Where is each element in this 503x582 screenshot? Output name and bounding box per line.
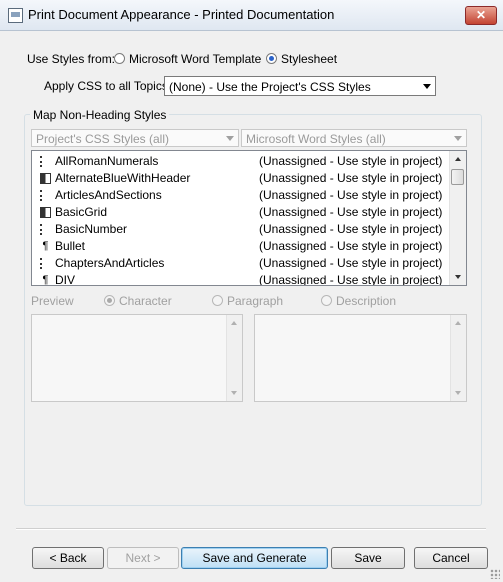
style-mapping[interactable]: (Unassigned - Use style in project) xyxy=(259,255,442,272)
list-item[interactable]: ChaptersAndArticles (Unassigned - Use st… xyxy=(32,255,450,272)
back-button[interactable]: < Back xyxy=(32,547,104,569)
list-scrollbar[interactable] xyxy=(449,151,466,285)
stylesheet-radio[interactable] xyxy=(266,53,277,64)
table-style-icon xyxy=(40,207,51,218)
style-name: DIV xyxy=(55,273,76,286)
table-style-icon xyxy=(40,173,51,184)
css-styles-filter-dropdown[interactable]: Project's CSS Styles (all) xyxy=(31,129,239,147)
preview-left-scrollbar[interactable] xyxy=(226,315,242,401)
scroll-up-icon[interactable] xyxy=(455,157,461,161)
style-name: BasicGrid xyxy=(55,205,108,219)
footer-separator xyxy=(16,528,486,530)
style-mapping[interactable]: (Unassigned - Use style in project) xyxy=(259,153,442,170)
paragraph-style-icon: ¶ xyxy=(42,274,49,286)
style-name: ArticlesAndSections xyxy=(55,188,162,202)
list-style-icon xyxy=(40,156,51,167)
chevron-down-icon[interactable] xyxy=(423,84,431,89)
character-radio-label[interactable]: Character xyxy=(119,294,172,308)
paragraph-style-icon: ¶ xyxy=(42,240,49,252)
list-item[interactable]: BasicNumber (Unassigned - Use style in p… xyxy=(32,221,450,238)
scroll-down-icon[interactable] xyxy=(231,391,237,395)
style-name: BasicNumber xyxy=(55,222,128,236)
paragraph-radio[interactable] xyxy=(212,295,223,306)
scroll-down-icon[interactable] xyxy=(455,275,461,279)
character-radio[interactable] xyxy=(104,295,115,306)
map-styles-group-label: Map Non-Heading Styles xyxy=(30,108,170,122)
apply-css-label: Apply CSS to all Topics: xyxy=(44,79,172,93)
style-mapping[interactable]: (Unassigned - Use style in project) xyxy=(259,187,442,204)
stylesheet-radio-label[interactable]: Stylesheet xyxy=(281,52,337,66)
style-name: Bullet xyxy=(55,239,86,253)
scrollbar-thumb[interactable] xyxy=(451,169,464,185)
list-item[interactable]: AlternateBlueWithHeader (Unassigned - Us… xyxy=(32,170,450,187)
preview-pane-left[interactable] xyxy=(31,314,243,402)
list-item[interactable]: BasicGrid (Unassigned - Use style in pro… xyxy=(32,204,450,221)
apply-css-dropdown[interactable]: (None) - Use the Project's CSS Styles xyxy=(164,76,436,96)
description-radio[interactable] xyxy=(321,295,332,306)
style-mapping-list[interactable]: AllRomanNumerals (Unassigned - Use style… xyxy=(31,150,467,286)
cancel-button[interactable]: Cancel xyxy=(414,547,488,569)
word-template-radio[interactable] xyxy=(114,53,125,64)
resize-grip-icon[interactable] xyxy=(490,569,500,579)
preview-right-scrollbar[interactable] xyxy=(450,315,466,401)
style-mapping[interactable]: (Unassigned - Use style in project) xyxy=(259,170,442,187)
word-styles-filter-dropdown[interactable]: Microsoft Word Styles (all) xyxy=(241,129,467,147)
list-style-icon xyxy=(40,224,51,235)
description-radio-label[interactable]: Description xyxy=(336,294,396,308)
list-item[interactable]: AllRomanNumerals (Unassigned - Use style… xyxy=(32,153,450,170)
word-styles-filter-label: Microsoft Word Styles (all) xyxy=(246,132,386,146)
printer-icon xyxy=(8,8,23,23)
style-name: AlternateBlueWithHeader xyxy=(55,171,191,185)
style-name: AllRomanNumerals xyxy=(55,154,159,168)
list-style-icon xyxy=(40,258,51,269)
word-template-radio-label[interactable]: Microsoft Word Template xyxy=(129,52,261,66)
scroll-down-icon[interactable] xyxy=(455,391,461,395)
style-name: ChaptersAndArticles xyxy=(55,256,165,270)
styles-from-label: Use Styles from: xyxy=(27,52,116,66)
chevron-down-icon[interactable] xyxy=(226,136,234,141)
list-style-icon xyxy=(40,190,51,201)
chevron-down-icon[interactable] xyxy=(454,136,462,141)
next-button[interactable]: Next > xyxy=(107,547,179,569)
style-mapping[interactable]: (Unassigned - Use style in project) xyxy=(259,238,442,255)
save-and-generate-button[interactable]: Save and Generate xyxy=(181,547,328,569)
window-title: Print Document Appearance - Printed Docu… xyxy=(28,7,335,22)
style-mapping[interactable]: (Unassigned - Use style in project) xyxy=(259,221,442,238)
save-button[interactable]: Save xyxy=(331,547,405,569)
css-styles-filter-label: Project's CSS Styles (all) xyxy=(36,132,169,146)
list-item[interactable]: ArticlesAndSections (Unassigned - Use st… xyxy=(32,187,450,204)
close-button[interactable]: ✕ xyxy=(465,6,497,25)
scroll-up-icon[interactable] xyxy=(455,321,461,325)
style-mapping[interactable]: (Unassigned - Use style in project) xyxy=(259,204,442,221)
list-item[interactable]: ¶ DIV (Unassigned - Use style in project… xyxy=(32,272,450,286)
preview-pane-right[interactable] xyxy=(254,314,467,402)
paragraph-radio-label[interactable]: Paragraph xyxy=(227,294,283,308)
apply-css-value: (None) - Use the Project's CSS Styles xyxy=(169,80,371,94)
list-item[interactable]: ¶ Bullet (Unassigned - Use style in proj… xyxy=(32,238,450,255)
preview-label: Preview xyxy=(31,294,74,308)
style-mapping[interactable]: (Unassigned - Use style in project) xyxy=(259,272,442,285)
scroll-up-icon[interactable] xyxy=(231,321,237,325)
